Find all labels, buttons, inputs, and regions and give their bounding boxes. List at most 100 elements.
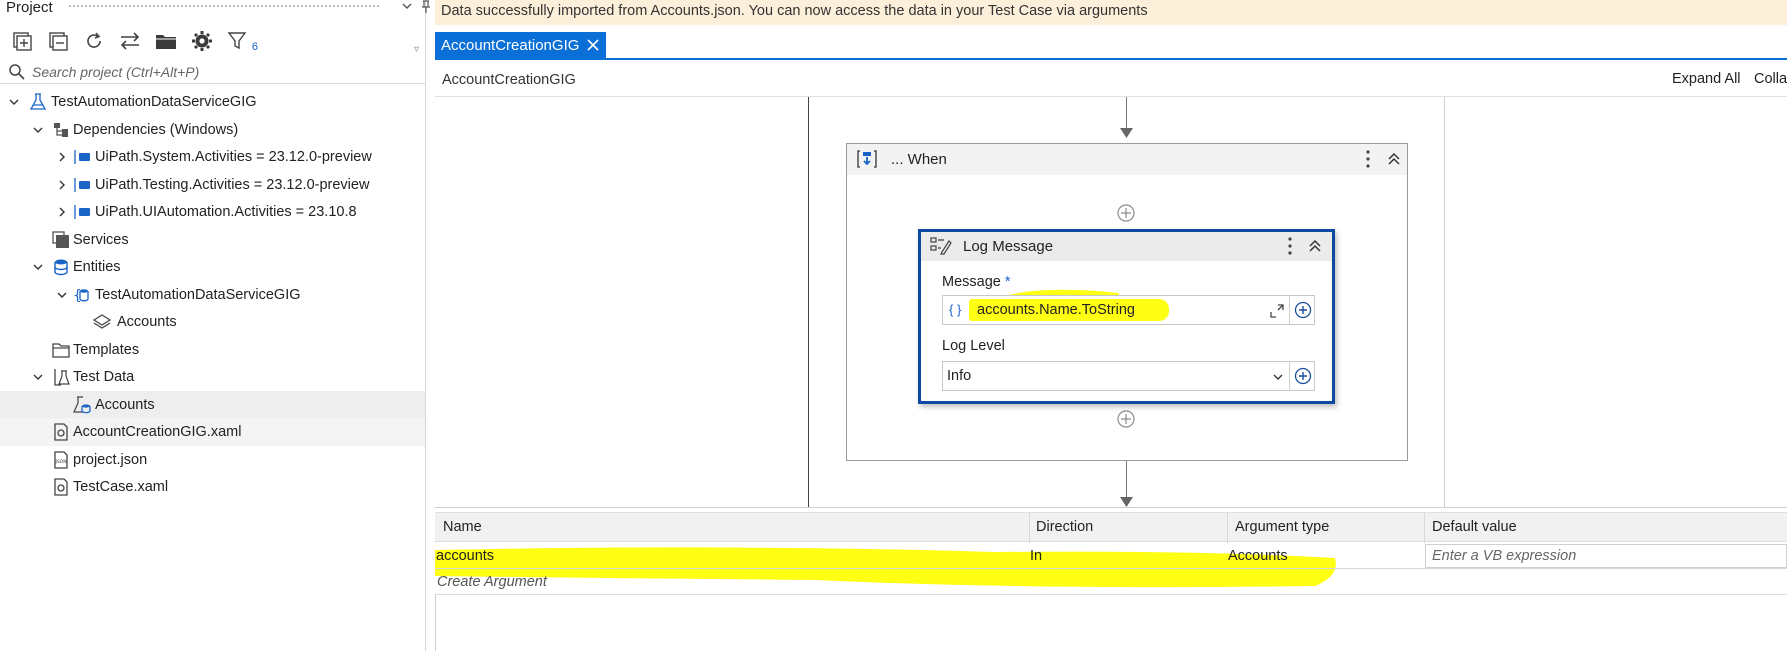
- tree-item-project-json[interactable]: JSON project.json: [0, 446, 425, 474]
- message-field[interactable]: { } accounts.Name.ToString: [942, 295, 1315, 325]
- tab-label: AccountCreationGIG: [441, 37, 580, 54]
- column-header-argument-type[interactable]: Argument type: [1235, 519, 1329, 535]
- arrow-down-icon: [1120, 128, 1133, 138]
- tree-item-label: UiPath.Testing.Activities = 23.12.0-prev…: [95, 176, 370, 193]
- field-divider: [1289, 362, 1290, 390]
- plus-circle-icon[interactable]: [1294, 367, 1312, 385]
- entity-db-icon: {: [73, 288, 89, 304]
- tree-item-services[interactable]: Services: [0, 226, 425, 254]
- tree-item-label: Services: [73, 231, 129, 248]
- toolbar-overflow-icon[interactable]: ▿: [414, 44, 419, 55]
- tree-item-test-data[interactable]: Test Data: [0, 363, 425, 391]
- table-row[interactable]: accounts In Accounts: [435, 542, 1787, 569]
- tree-item-label: Templates: [73, 341, 140, 358]
- expand-all-icon[interactable]: [10, 29, 34, 53]
- tree-item-account-creation-xaml[interactable]: AccountCreationGIG.xaml: [0, 418, 425, 446]
- panel-drag-grip[interactable]: [68, 4, 379, 9]
- more-options-icon[interactable]: [1366, 150, 1370, 168]
- when-block-icon: [857, 150, 877, 168]
- collapse-all-icon[interactable]: [46, 29, 70, 53]
- chevron-down-icon[interactable]: [8, 96, 20, 108]
- add-activity-icon[interactable]: [1116, 203, 1136, 223]
- chevron-down-icon[interactable]: [1273, 372, 1283, 382]
- argument-type-cell[interactable]: Accounts: [1228, 548, 1288, 564]
- tab-account-creation[interactable]: AccountCreationGIG: [435, 32, 606, 60]
- arguments-panel: Name Direction Argument type Default val…: [435, 507, 1787, 651]
- collapse-chevron-icon[interactable]: [1387, 152, 1401, 166]
- search-input[interactable]: [32, 63, 412, 80]
- create-argument-button[interactable]: Create Argument: [437, 574, 547, 590]
- argument-direction-cell[interactable]: In: [1030, 548, 1042, 564]
- document-tabbar: AccountCreationGIG: [435, 30, 1787, 60]
- filter-icon[interactable]: 6: [226, 29, 258, 53]
- log-level-value: Info: [947, 368, 972, 384]
- expand-all-button[interactable]: Expand All: [1672, 71, 1741, 87]
- search-icon: [9, 63, 25, 80]
- sequence-border-left: [808, 97, 809, 507]
- refresh-icon[interactable]: [82, 29, 106, 53]
- connector-line: [1126, 97, 1127, 131]
- tree-item-label: AccountCreationGIG.xaml: [73, 424, 242, 440]
- collapse-all-button[interactable]: Colla: [1754, 71, 1787, 87]
- column-header-default-value[interactable]: Default value: [1432, 519, 1517, 535]
- chevron-right-icon[interactable]: [56, 206, 68, 218]
- import-success-banner: Data successfully imported from Accounts…: [435, 0, 1787, 25]
- tree-item-package-uiautomation[interactable]: UiPath.UIAutomation.Activities = 23.10.8: [0, 198, 425, 226]
- breadcrumb[interactable]: AccountCreationGIG: [442, 72, 576, 88]
- xaml-icon: [54, 478, 68, 496]
- tree-item-testcase-xaml[interactable]: TestCase.xaml: [0, 473, 425, 501]
- chevron-down-icon[interactable]: [32, 261, 44, 273]
- json-icon: JSON: [54, 450, 68, 469]
- chevron-down-icon[interactable]: [56, 289, 68, 301]
- tree-item-package-testing[interactable]: UiPath.Testing.Activities = 23.12.0-prev…: [0, 171, 425, 199]
- sync-arrows-icon[interactable]: [118, 29, 142, 53]
- column-header-name[interactable]: Name: [443, 519, 482, 535]
- arguments-header: Name Direction Argument type Default val…: [435, 512, 1787, 543]
- more-options-icon[interactable]: [1288, 237, 1292, 255]
- layers-icon: [93, 314, 111, 329]
- tree-item-test-data-accounts[interactable]: Accounts: [0, 390, 425, 418]
- package-icon: [74, 205, 90, 219]
- chevron-down-icon[interactable]: [401, 0, 413, 15]
- test-project-icon: [29, 93, 47, 110]
- test-data-icon: [54, 369, 70, 386]
- project-panel-title: Project: [6, 0, 53, 16]
- pin-icon[interactable]: [421, 0, 431, 17]
- sequence-border-right: [1444, 97, 1445, 507]
- log-level-select[interactable]: Info: [942, 361, 1315, 391]
- add-activity-icon[interactable]: [1116, 409, 1136, 429]
- tree-item-label: Accounts: [95, 396, 155, 413]
- chevron-right-icon[interactable]: [56, 151, 68, 163]
- expand-editor-icon[interactable]: [1270, 304, 1284, 318]
- chevron-down-icon[interactable]: [32, 371, 44, 383]
- default-value-input[interactable]: [1425, 544, 1787, 568]
- tree-item-project-root[interactable]: TestAutomationDataServiceGIG: [0, 88, 425, 116]
- tree-item-package-system[interactable]: UiPath.System.Activities = 23.12.0-previ…: [0, 143, 425, 171]
- column-separator[interactable]: [1029, 513, 1030, 543]
- log-message-activity[interactable]: Log Message Message * { } accounts.Name.T…: [918, 229, 1335, 404]
- when-title: ... When: [891, 151, 947, 168]
- package-icon: [74, 177, 90, 192]
- tree-item-entity-accounts[interactable]: Accounts: [0, 308, 425, 336]
- tree-item-entity-service[interactable]: { TestAutomationDataServiceGIG: [0, 281, 425, 309]
- close-icon[interactable]: [584, 36, 602, 54]
- folder-icon[interactable]: [154, 29, 178, 53]
- argument-name-cell[interactable]: accounts: [436, 548, 494, 564]
- tree-item-templates[interactable]: Templates: [0, 336, 425, 364]
- column-header-direction[interactable]: Direction: [1036, 519, 1093, 535]
- chevron-down-icon[interactable]: [32, 124, 44, 136]
- tree-item-label: TestAutomationDataServiceGIG: [95, 286, 301, 303]
- column-separator[interactable]: [1424, 513, 1425, 543]
- project-panel: Project 6 ▿ Search project (Ctrl+Alt+P) …: [0, 0, 430, 651]
- chevron-right-icon[interactable]: [56, 179, 68, 191]
- plus-circle-icon[interactable]: [1294, 301, 1312, 319]
- tree-item-entities[interactable]: Entities: [0, 253, 425, 281]
- database-icon: [54, 259, 68, 276]
- collapse-chevron-icon[interactable]: [1308, 239, 1322, 253]
- services-icon: [52, 230, 69, 248]
- column-separator[interactable]: [1227, 513, 1228, 543]
- message-label-text: Message: [942, 274, 1001, 290]
- gear-icon[interactable]: [190, 29, 214, 53]
- tree-item-dependencies[interactable]: Dependencies (Windows): [0, 116, 425, 144]
- tree-item-label: UiPath.System.Activities = 23.12.0-previ…: [95, 149, 372, 165]
